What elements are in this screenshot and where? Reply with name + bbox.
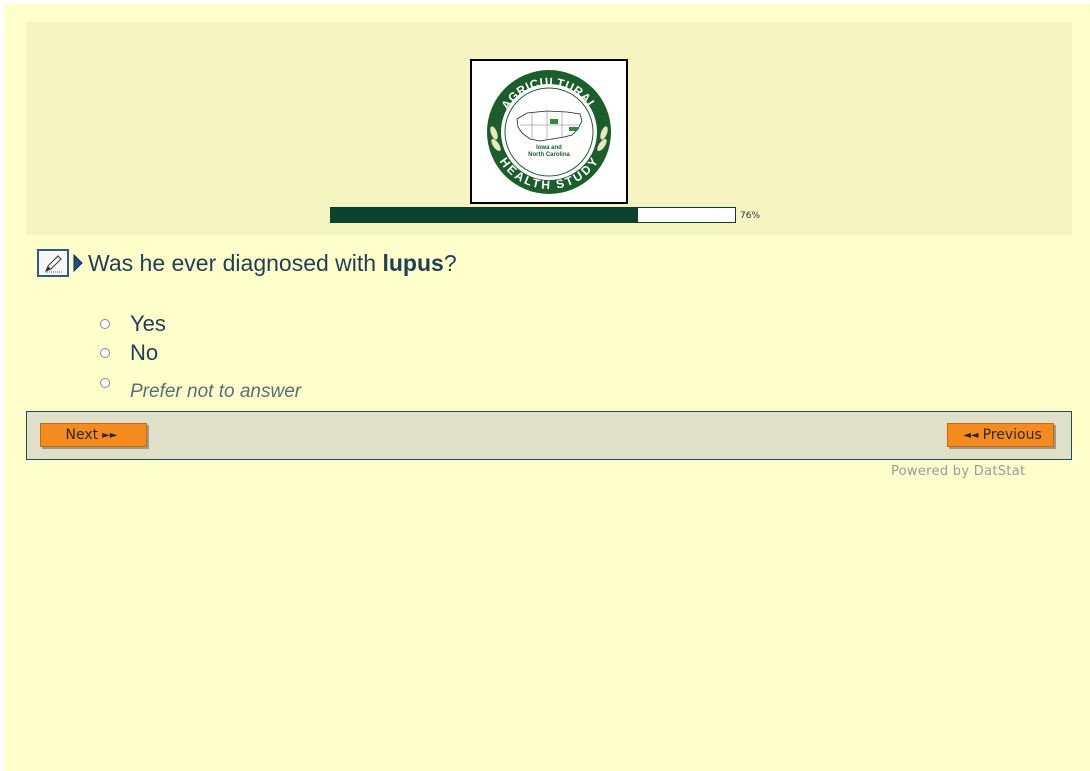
edit-icon[interactable] (37, 249, 69, 277)
radio-prefer-not[interactable] (100, 378, 110, 388)
survey-header: AGRICULTURAL HEALTH STUDY Iowa and North… (26, 22, 1072, 235)
progress-fill (331, 208, 639, 222)
logo-image: AGRICULTURAL HEALTH STUDY Iowa and North… (487, 70, 611, 194)
previous-button[interactable]: ◄◄ Previous (947, 423, 1054, 447)
survey-page: AGRICULTURAL HEALTH STUDY Iowa and North… (4, 4, 1090, 771)
radio-no[interactable] (100, 348, 110, 358)
svg-text:North Carolina: North Carolina (528, 152, 570, 158)
radio-yes[interactable] (100, 319, 110, 329)
study-logo: AGRICULTURAL HEALTH STUDY Iowa and North… (470, 59, 628, 204)
question-row: Was he ever diagnosed with lupus? (37, 246, 457, 280)
option-yes-label[interactable]: Yes (130, 311, 166, 337)
option-no-label[interactable]: No (130, 340, 158, 366)
previous-label: Previous (982, 427, 1042, 443)
rewind-icon: ◄◄ (963, 429, 979, 441)
option-prefer-not-label[interactable]: Prefer not to answer (130, 381, 301, 403)
powered-by-text: Powered by DatStat (891, 464, 1026, 479)
progress-bar (330, 207, 736, 223)
play-arrow-icon (73, 254, 83, 272)
svg-text:Iowa and: Iowa and (536, 145, 562, 151)
next-button[interactable]: Next ►► (40, 423, 147, 447)
fast-forward-icon: ►► (102, 429, 118, 441)
question-emphasis: lupus (382, 249, 444, 276)
progress-percent: 76% (740, 211, 761, 221)
question-text: Was he ever diagnosed with lupus? (88, 249, 457, 276)
next-label: Next (65, 427, 99, 443)
navigation-bar: Next ►► ◄◄ Previous (26, 411, 1072, 460)
